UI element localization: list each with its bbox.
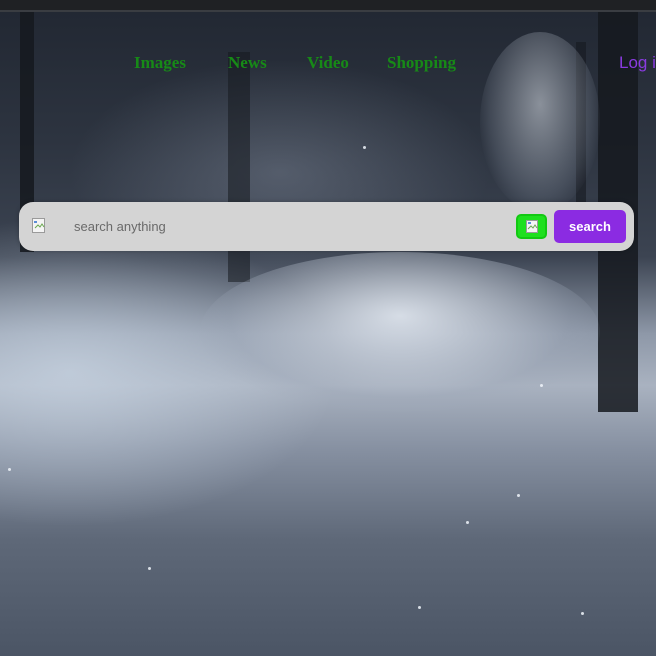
voice-search-button[interactable]	[516, 214, 547, 239]
login-clip: Log in	[615, 50, 656, 78]
top-nav: Images News Video Shopping	[0, 53, 656, 77]
broken-image-icon	[526, 220, 538, 233]
nav-link-shopping[interactable]: Shopping	[387, 53, 456, 73]
snowflake	[581, 612, 584, 615]
snowflake	[517, 494, 520, 497]
browser-top-strip	[0, 0, 656, 12]
snowflake	[418, 606, 421, 609]
snowflake	[363, 146, 366, 149]
search-button[interactable]: search	[554, 210, 626, 243]
broken-image-icon	[32, 218, 48, 234]
snowflake	[540, 384, 543, 387]
snowy-bush	[200, 252, 600, 412]
login-link[interactable]: Log in	[619, 53, 656, 73]
search-input[interactable]	[69, 212, 509, 240]
snowflake	[148, 567, 151, 570]
nav-link-images[interactable]: Images	[134, 53, 186, 73]
nav-link-news[interactable]: News	[228, 53, 267, 73]
nav-link-video[interactable]: Video	[307, 53, 349, 73]
search-bar: search	[19, 202, 634, 251]
snowflake	[8, 468, 11, 471]
snowflake	[466, 521, 469, 524]
background-snowy-forest-image	[0, 12, 656, 656]
